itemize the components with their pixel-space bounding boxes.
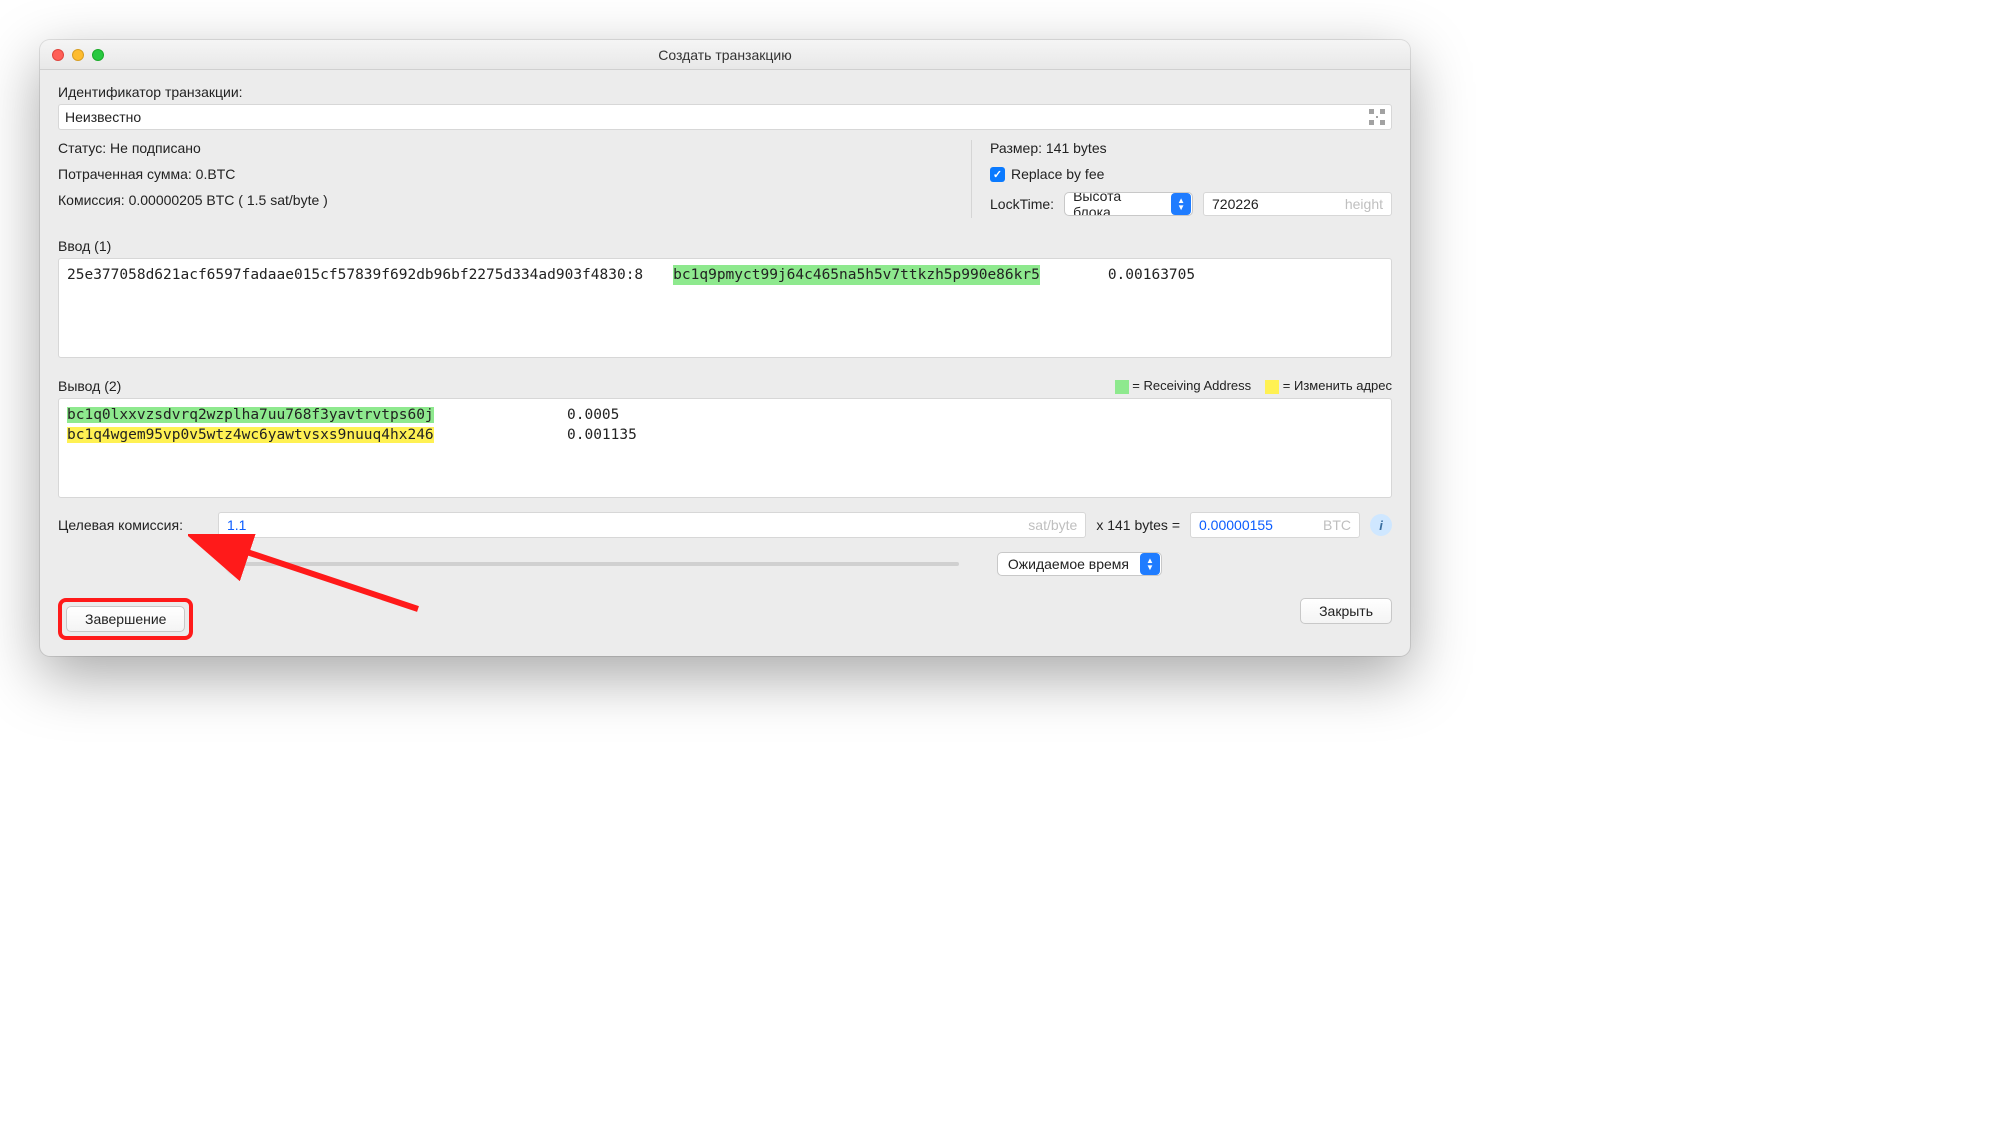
size-line: Размер: 141 bytes [990,140,1392,156]
input-address: bc1q9pmyct99j64c465na5h5v7ttkzh5p990e86k… [673,265,1040,285]
info-right: Размер: 141 bytes ✓ Replace by fee LockT… [972,140,1392,218]
txid-value: Неизвестно [65,109,141,125]
input-txid: 25e377058d621acf6597fadaae015cf57839f692… [67,265,643,285]
outputs-listbox[interactable]: bc1q0lxxvzsdvrq2wzplha7uu768f3yavtrvtps6… [58,398,1392,498]
inputs-listbox[interactable]: 25e377058d621acf6597fadaae015cf57839f692… [58,258,1392,358]
locktime-label: LockTime: [990,196,1054,212]
button-row: Завершение Закрыть [58,598,1392,640]
legend-change-label: = Изменить адрес [1283,378,1392,393]
btc-fee-input[interactable]: 0.00000155 BTC [1190,512,1360,538]
legend-change-swatch [1265,380,1279,394]
amount-spent-line: Потраченная сумма: 0.BTC [58,166,951,182]
output-address-0: bc1q0lxxvzsdvrq2wzplha7uu768f3yavtrvtps6… [67,407,434,423]
outputs-header: Вывод (2) [58,378,121,394]
locktime-placeholder: height [1345,196,1383,212]
inputs-header: Ввод (1) [58,238,111,254]
legend-receiving-swatch [1115,380,1129,394]
output-amount-1: 0.001135 [567,425,637,445]
btc-unit: BTC [1323,517,1351,533]
satbyte-unit: sat/byte [1028,517,1077,533]
finish-button[interactable]: Завершение [66,606,185,632]
info-left: Статус: Не подписано Потраченная сумма: … [58,140,972,218]
locktime-type-select[interactable]: Высота блока ▲▼ [1064,192,1193,216]
outputs-header-row: Вывод (2) = Receiving Address = Изменить… [58,378,1392,394]
select-arrows-icon: ▲▼ [1140,553,1160,575]
annotation-highlight: Завершение [58,598,193,640]
output-row: bc1q4wgem95vp0v5wtz4wc6yawtvsxs9nuuq4hx2… [67,425,1383,445]
locktime-value: 720226 [1212,196,1259,212]
input-row: 25e377058d621acf6597fadaae015cf57839f692… [67,265,1383,285]
target-fee-value: 1.1 [227,517,246,533]
eta-select[interactable]: Ожидаемое время ▲▼ [997,552,1162,576]
info-columns: Статус: Не подписано Потраченная сумма: … [58,140,1392,218]
transaction-window: Создать транзакцию Идентификатор транзак… [40,40,1410,656]
txid-label: Идентификатор транзакции: [58,84,1392,100]
input-amount: 0.00163705 [1108,265,1195,285]
fee-slider-row: Ожидаемое время ▲▼ [58,552,1392,576]
txid-field[interactable]: Неизвестно [58,104,1392,130]
window-content: Идентификатор транзакции: Неизвестно Ста… [40,70,1410,656]
locktime-select-value: Высота блока [1065,192,1170,216]
locktime-row: LockTime: Высота блока ▲▼ 720226 height [990,192,1392,216]
close-button[interactable]: Закрыть [1300,598,1392,624]
output-amount-0: 0.0005 [567,405,619,425]
output-address-1: bc1q4wgem95vp0v5wtz4wc6yawtvsxs9nuuq4hx2… [67,427,434,443]
titlebar: Создать транзакцию [40,40,1410,70]
status-line: Статус: Не подписано [58,140,951,156]
qr-icon[interactable] [1369,109,1385,125]
locktime-value-input[interactable]: 720226 height [1203,192,1392,216]
output-row: bc1q0lxxvzsdvrq2wzplha7uu768f3yavtrvtps6… [67,405,1383,425]
checkbox-checked-icon[interactable]: ✓ [990,167,1005,182]
commission-line: Комиссия: 0.00000205 BTC ( 1.5 sat/byte … [58,192,951,208]
multiply-text: x 141 bytes = [1096,517,1180,533]
rbf-row[interactable]: ✓ Replace by fee [990,166,1392,182]
select-arrows-icon: ▲▼ [1171,193,1191,215]
btc-fee-value: 0.00000155 [1199,517,1273,533]
info-icon[interactable]: i [1370,514,1392,536]
target-fee-row: Целевая комиссия: 1.1 sat/byte x 141 byt… [58,512,1392,538]
rbf-label: Replace by fee [1011,166,1104,182]
outputs-legend: = Receiving Address = Изменить адрес [1115,378,1392,394]
eta-label: Ожидаемое время [998,556,1139,572]
window-title: Создать транзакцию [40,47,1410,63]
target-fee-label: Целевая комиссия: [58,517,208,533]
fee-slider[interactable] [226,562,959,566]
target-fee-input[interactable]: 1.1 sat/byte [218,512,1086,538]
inputs-header-row: Ввод (1) [58,238,1392,254]
legend-receiving-label: = Receiving Address [1132,378,1251,393]
fee-slider-thumb[interactable] [226,555,244,573]
